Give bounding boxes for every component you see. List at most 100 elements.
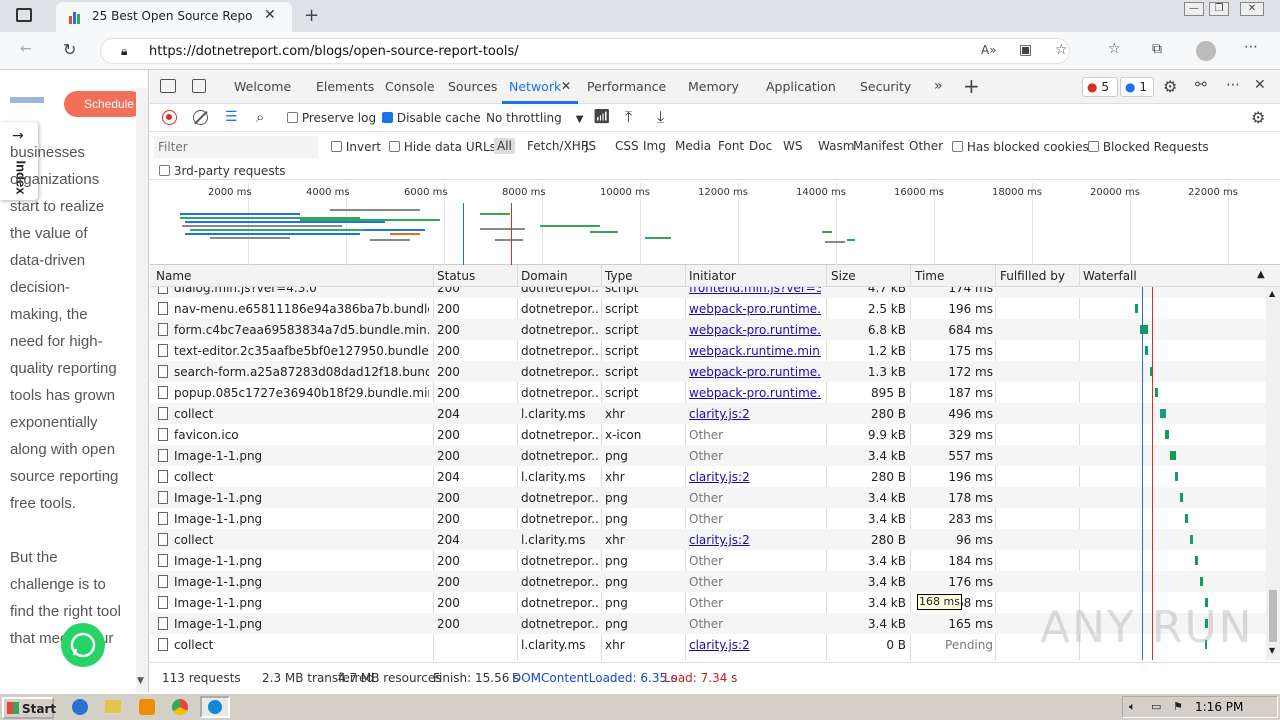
type-filter-other[interactable]: Other: [906, 138, 946, 154]
start-button[interactable]: Start: [2, 697, 56, 719]
table-row[interactable]: search-form.a25a87283d08dad12f18.bundle.…: [150, 361, 1266, 382]
cell-initiator[interactable]: clarity.js:2: [689, 533, 821, 547]
search-icon[interactable]: ⌕: [256, 108, 264, 126]
cell-initiator[interactable]: clarity.js:2: [689, 407, 821, 421]
disable-cache-box[interactable]: [382, 112, 393, 123]
download-har-icon[interactable]: ⤓: [657, 107, 664, 127]
column-header-name[interactable]: Name: [156, 269, 191, 283]
tab-console[interactable]: Console: [385, 79, 435, 94]
table-row[interactable]: popup.085c1727e36940b18f29.bundle.min.js…: [150, 382, 1266, 403]
upload-har-icon[interactable]: ⤒: [625, 107, 632, 127]
tab-elements[interactable]: Elements: [316, 79, 374, 94]
column-header-size[interactable]: Size: [831, 269, 856, 283]
site-scrollbar[interactable]: [136, 88, 148, 692]
folder-icon[interactable]: [105, 700, 121, 713]
tab-network[interactable]: Network: [509, 79, 561, 94]
read-aloud-icon[interactable]: A»: [981, 43, 997, 57]
network-settings-icon[interactable]: ⚙: [1251, 108, 1265, 127]
inspect-element-icon[interactable]: [160, 79, 176, 93]
cell-initiator[interactable]: webpack-pro.runtime....: [689, 386, 821, 400]
more-menu-icon[interactable]: ⋯: [1244, 39, 1258, 55]
cell-initiator[interactable]: webpack-pro.runtime....: [689, 302, 821, 316]
type-filter-js[interactable]: JS: [582, 138, 599, 154]
tab-actions-icon[interactable]: [16, 8, 32, 22]
preserve-log-box[interactable]: [287, 112, 298, 123]
table-scrollbar-thumb[interactable]: [1269, 590, 1277, 642]
tab-application[interactable]: Application: [766, 79, 836, 94]
tab-close-icon[interactable]: ✕: [264, 7, 276, 23]
customize-icon[interactable]: ⚯: [1195, 77, 1207, 93]
back-icon[interactable]: ←: [20, 41, 32, 57]
column-header-status[interactable]: Status: [437, 269, 475, 283]
table-row[interactable]: text-editor.2c35aafbe5bf0e127950.bundle.…: [150, 340, 1266, 361]
network-overview[interactable]: 2000 ms 4000 ms 6000 ms 8000 ms 10000 ms 1200…: [150, 183, 1280, 265]
type-filter-doc[interactable]: Doc: [746, 138, 775, 154]
column-header-domain[interactable]: Domain: [521, 269, 568, 283]
blocked-requests-checkbox[interactable]: Blocked Requests: [1088, 140, 1209, 154]
column-header-fulfilled-by[interactable]: Fulfilled by: [1000, 269, 1065, 283]
tab-welcome[interactable]: Welcome: [234, 79, 291, 94]
scroll-up-icon[interactable]: ▲: [1269, 289, 1275, 298]
index-tab[interactable]: → Index: [0, 122, 38, 200]
restore-icon[interactable]: ❐: [1209, 2, 1229, 16]
table-row[interactable]: dialog.min.js?ver=4.3.0 200 dotnetrepor...…: [150, 287, 1266, 298]
waterfall-sort-icon[interactable]: ▲: [1257, 269, 1265, 280]
clear-icon[interactable]: [193, 110, 208, 125]
type-filter-manifest[interactable]: Manifest: [850, 138, 907, 154]
column-header-type[interactable]: Type: [605, 269, 633, 283]
collections-icon[interactable]: ⧉: [1152, 41, 1162, 57]
close-window-icon[interactable]: ✕: [1240, 2, 1264, 16]
filter-icon[interactable]: ☰: [225, 109, 238, 125]
filter-input[interactable]: [154, 136, 318, 158]
preserve-log-checkbox[interactable]: Preserve log: [287, 111, 376, 125]
column-header-time[interactable]: Time: [915, 269, 944, 283]
cell-initiator[interactable]: frontend.min.js?ver=3...: [689, 287, 821, 295]
address-bar[interactable]: 🔒︎ https://dotnetreport.com/blogs/open-s…: [100, 38, 1070, 64]
cell-initiator[interactable]: webpack.runtime.min.j...: [689, 344, 821, 358]
network-tab-close-icon[interactable]: ✕: [561, 79, 571, 93]
table-row[interactable]: Image-1-1.png 200 dotnetrepor... png Other 3.…: [150, 571, 1266, 592]
throttling-select[interactable]: No throttling ▼: [486, 111, 583, 125]
tab-performance[interactable]: Performance: [587, 79, 666, 94]
table-row[interactable]: collect 204 l.clarity.ms xhr clarity.js:2 280…: [150, 466, 1266, 487]
table-row[interactable]: nav-menu.e65811186e94a386ba7b.bundle.min…: [150, 298, 1266, 319]
lock-icon[interactable]: 🔒︎: [121, 44, 127, 59]
disable-cache-checkbox[interactable]: Disable cache: [382, 111, 481, 125]
table-row[interactable]: Image-1-1.png 200 dotnetrepor... png Other 3.…: [150, 550, 1266, 571]
scroll-down-icon[interactable]: ▼: [1269, 646, 1275, 655]
site-scroll-down-icon[interactable]: ▼: [137, 676, 144, 686]
close-devtools-icon[interactable]: ✕: [1254, 77, 1266, 93]
immersive-reader-icon[interactable]: ▣: [1019, 42, 1032, 58]
hide-data-urls-checkbox[interactable]: Hide data URLs: [389, 140, 496, 154]
devtools-more-icon[interactable]: ⋯: [1226, 77, 1240, 93]
record-icon[interactable]: [162, 110, 177, 125]
tab-memory[interactable]: Memory: [688, 79, 739, 94]
device-toolbar-icon[interactable]: [192, 79, 206, 93]
flag-icon[interactable]: ⚑: [1173, 700, 1183, 713]
ie-icon[interactable]: [72, 699, 88, 715]
table-row[interactable]: collect 204 l.clarity.ms xhr clarity.js:2 280…: [150, 403, 1266, 424]
chrome-icon[interactable]: [172, 699, 188, 715]
table-row[interactable]: favicon.ico 200 dotnetrepor... x-icon Other 9…: [150, 424, 1266, 445]
cell-initiator[interactable]: clarity.js:2: [689, 470, 821, 484]
table-row[interactable]: Image-1-1.png 200 dotnetrepor... png Other 3.…: [150, 508, 1266, 529]
network-conditions-icon[interactable]: 📶︎: [593, 109, 611, 125]
new-tab-icon[interactable]: +: [304, 5, 319, 26]
settings-gear-icon[interactable]: ⚙: [1163, 77, 1177, 96]
type-filter-css[interactable]: CSS: [612, 138, 642, 154]
volume-icon[interactable]: 🔈︎: [1129, 700, 1136, 714]
media-player-icon[interactable]: [139, 699, 155, 715]
column-header-waterfall[interactable]: Waterfall: [1083, 269, 1137, 283]
favorites-icon[interactable]: ☆: [1108, 41, 1121, 57]
type-filter-all[interactable]: All: [494, 138, 515, 154]
third-party-checkbox[interactable]: 3rd-party requests: [159, 164, 286, 178]
whatsapp-button[interactable]: [61, 623, 105, 667]
add-tab-icon[interactable]: +: [963, 74, 980, 98]
table-row[interactable]: form.c4bc7eaa69583834a7d5.bundle.min.js 2…: [150, 319, 1266, 340]
more-tabs-icon[interactable]: »: [934, 78, 943, 94]
table-row[interactable]: Image-1-1.png 200 dotnetrepor... png Other 3.…: [150, 487, 1266, 508]
profile-avatar[interactable]: [1196, 41, 1216, 61]
type-filter-media[interactable]: Media: [672, 138, 714, 154]
table-row[interactable]: collect 204 l.clarity.ms xhr clarity.js:2 280…: [150, 529, 1266, 550]
tab-security[interactable]: Security: [860, 79, 911, 94]
